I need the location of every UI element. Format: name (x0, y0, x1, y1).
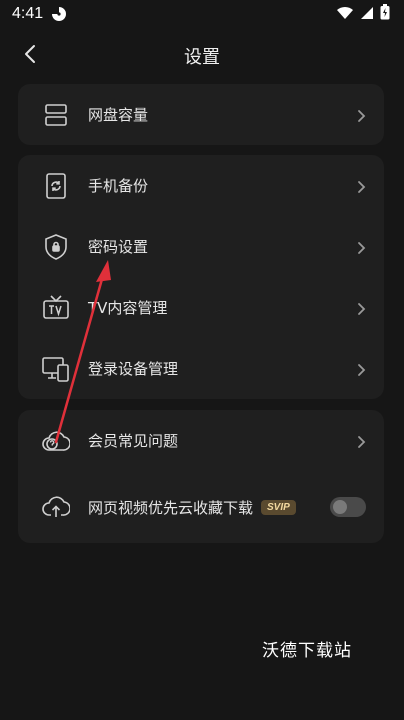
svip-badge: SVIP (261, 499, 296, 515)
settings-card-member: 会员常见问题 网页视频优先云收藏下载 SVIP (18, 410, 384, 543)
storage-icon (42, 101, 70, 129)
settings-item-password[interactable]: 密码设置 (18, 216, 384, 277)
devices-icon (42, 355, 70, 383)
settings-item-phone-backup[interactable]: 手机备份 (18, 155, 384, 216)
settings-item-label: 会员常见问题 (88, 432, 179, 450)
watermark-text: 沃德下载站 (262, 641, 352, 661)
settings-item-tv-content[interactable]: TV内容管理 (18, 277, 384, 338)
settings-item-label: 登录设备管理 (88, 360, 179, 378)
header: 设置 (0, 36, 404, 76)
page-title: 设置 (184, 47, 220, 68)
status-time: 4:41 (12, 5, 44, 22)
signal-icon (360, 5, 374, 24)
chevron-right-icon (356, 362, 366, 376)
shield-lock-icon (42, 233, 70, 261)
web-video-download-toggle[interactable] (330, 497, 366, 517)
settings-item-label: 网页视频优先云收藏下载 (88, 498, 254, 517)
settings-item-label: TV内容管理 (88, 299, 168, 317)
settings-item-web-video-download: 网页视频优先云收藏下载 SVIP (18, 471, 384, 543)
chevron-right-icon (356, 240, 366, 254)
settings-item-member-faq[interactable]: 会员常见问题 (18, 410, 384, 471)
wifi-icon (336, 5, 354, 24)
settings-card-management: 手机备份 密码设置 TV内容管理 登录设备管理 (18, 155, 384, 399)
settings-item-storage[interactable]: 网盘容量 (18, 84, 384, 145)
settings-item-label: 密码设置 (88, 238, 149, 256)
battery-icon (380, 4, 390, 24)
chevron-right-icon (356, 179, 366, 193)
settings-item-login-devices[interactable]: 登录设备管理 (18, 338, 384, 399)
chevron-right-icon (356, 108, 366, 122)
back-button[interactable] (14, 40, 46, 72)
settings-item-label: 网盘容量 (88, 106, 149, 124)
cloud-upload-icon (42, 493, 70, 521)
tv-icon (42, 294, 70, 322)
settings-item-label: 手机备份 (88, 177, 149, 195)
pinwheel-icon (51, 6, 67, 22)
toggle-knob (333, 500, 347, 514)
chevron-right-icon (356, 434, 366, 448)
chevron-right-icon (356, 301, 366, 315)
phone-backup-icon (42, 172, 70, 200)
chevron-left-icon (24, 44, 36, 68)
status-bar: 4:41 (0, 0, 404, 28)
settings-card-storage: 网盘容量 (18, 84, 384, 145)
help-cloud-icon (42, 427, 70, 455)
status-icons (336, 4, 390, 24)
